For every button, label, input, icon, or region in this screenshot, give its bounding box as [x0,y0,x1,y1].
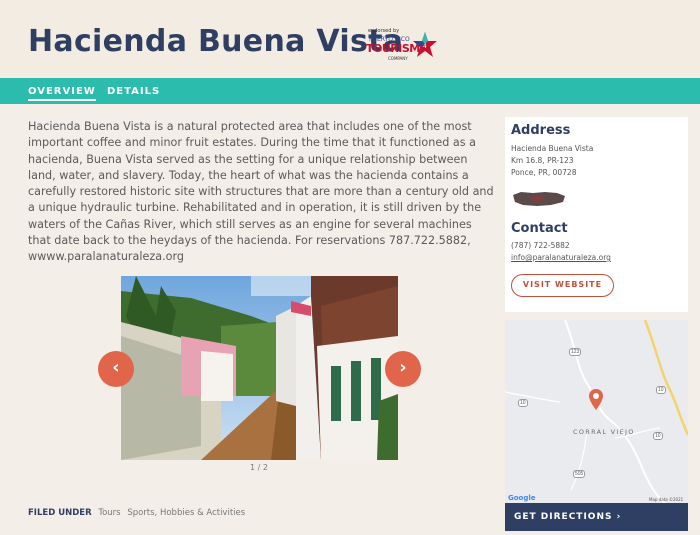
address-line: Km 16.8, PR-123 [511,156,574,165]
puerto-rico-map-icon [513,192,565,206]
map-pin-icon [589,389,603,410]
page-title: Hacienda Buena Vista [28,24,404,59]
contact-email[interactable]: info@paralanaturaleza.org [511,253,611,262]
carousel-counter: 1 / 2 [250,463,268,472]
star-logo-icon: 4 [413,32,437,57]
route-label: 123 [569,348,582,356]
tab-bar: OVERVIEW DETAILS [0,78,700,104]
page-header: Hacienda Buena Vista endorsed by PUERTO … [0,0,700,78]
route-label: 505 [573,470,586,478]
map-attribution: Map data ©2021 [649,497,684,502]
filed-under: FILED UNDER Tours Sports, Hobbies & Acti… [28,508,245,518]
location-map[interactable]: 123 10 10 505 10 CORRAL VIEJO Google Map… [505,320,688,503]
get-directions-button[interactable]: GET DIRECTIONS › [505,503,688,531]
tag-link[interactable]: Sports, Hobbies & Activities [127,508,245,518]
carousel-next-button[interactable]: › [385,351,421,387]
endorsed-by-text: endorsed by [368,28,400,34]
hacienda-photo [121,276,398,460]
visit-website-button[interactable]: VISIT WEBSITE [511,274,614,297]
tourism-company-logo: endorsed by PUERTO RICO TOURISM COMPANY … [366,28,438,66]
svg-text:4: 4 [423,43,427,50]
description-text: Hacienda Buena Vista is a natural protec… [28,120,494,264]
contact-phone[interactable]: (787) 722-5882 [511,241,570,250]
address-line: Ponce, PR, 00728 [511,168,577,177]
route-label: 10 [653,432,663,440]
address-line: Hacienda Buena Vista [511,144,594,153]
route-label: 10 [518,399,528,407]
filed-under-label: FILED UNDER [28,508,92,518]
logo-bottom-text: COMPANY [388,56,408,61]
address-heading: Address [511,123,571,138]
photo-carousel[interactable] [121,276,398,460]
route-label: 10 [656,386,666,394]
tag-link[interactable]: Tours [98,508,120,518]
place-label: CORRAL VIEJO [573,428,635,436]
address-card: Address Hacienda Buena Vista Km 16.8, PR… [505,117,688,312]
google-logo: Google [508,494,536,502]
tab-overview[interactable]: OVERVIEW [28,86,96,101]
tab-details[interactable]: DETAILS [107,86,160,97]
carousel-prev-button[interactable]: ‹ [98,351,134,387]
contact-heading: Contact [511,221,568,236]
